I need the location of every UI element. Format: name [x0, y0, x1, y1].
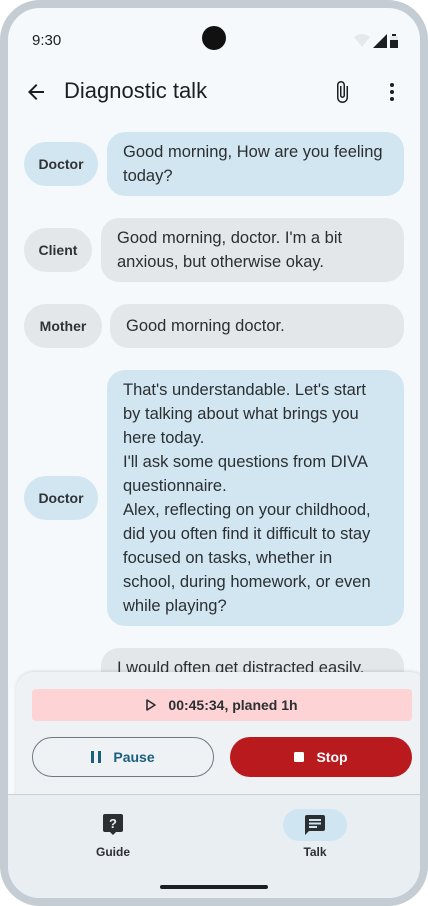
- signal-icon: [373, 34, 387, 48]
- stop-button[interactable]: Stop: [230, 737, 412, 777]
- more-vert-icon[interactable]: [380, 80, 404, 104]
- stop-label: Stop: [316, 749, 348, 765]
- play-icon: [146, 699, 157, 711]
- nav-icon-container: ?: [81, 809, 145, 841]
- front-camera: [202, 26, 226, 50]
- message-bubble: Good morning, How are you feeling today?: [107, 132, 404, 196]
- nav-item-talk[interactable]: Talk: [265, 809, 365, 859]
- nav-label-guide: Guide: [95, 845, 130, 859]
- wifi-icon: [354, 34, 370, 47]
- status-time: 9:30: [32, 32, 62, 49]
- pause-icon: [91, 751, 102, 763]
- speaker-chip[interactable]: Doctor: [24, 142, 98, 186]
- message-bubble: That's understandable. Let's start by ta…: [107, 370, 404, 626]
- speaker-chip[interactable]: Mother: [24, 304, 102, 348]
- back-arrow-icon[interactable]: [24, 80, 48, 104]
- page-title: Diagnostic talk: [64, 78, 208, 103]
- chat-icon: [305, 815, 325, 835]
- gesture-handle[interactable]: [160, 885, 268, 889]
- speaker-chip[interactable]: Client: [24, 228, 92, 272]
- status-bar: 9:30: [8, 8, 420, 56]
- guide-question-icon: ?: [103, 814, 123, 835]
- svg-text:?: ?: [109, 816, 117, 831]
- nav-item-guide[interactable]: ? Guide: [63, 809, 163, 859]
- speaker-chip[interactable]: Doctor: [24, 476, 98, 520]
- message-bubble: Good morning doctor.: [110, 304, 404, 348]
- app-bar: Diagnostic talk: [8, 64, 420, 120]
- timer-text: 00:45:34, planed 1h: [168, 697, 298, 713]
- stop-icon: [294, 752, 305, 762]
- message-bubble: Good morning, doctor. I'm a bit anxious,…: [101, 218, 404, 282]
- nav-label-talk: Talk: [303, 845, 327, 859]
- phone-frame: 9:30 Diagnostic talk Doctor Good morning…: [0, 0, 428, 906]
- pause-button[interactable]: Pause: [32, 737, 214, 777]
- bottom-navigation: ? Guide Talk: [8, 794, 420, 898]
- session-timer: 00:45:34, planed 1h: [32, 689, 412, 721]
- session-controls: 00:45:34, planed 1h Pause Stop: [16, 672, 420, 796]
- pause-label: Pause: [113, 749, 155, 765]
- attachment-icon[interactable]: [330, 80, 354, 104]
- battery-icon: [390, 34, 398, 48]
- nav-icon-container: [283, 809, 347, 841]
- system-icons: [354, 34, 398, 48]
